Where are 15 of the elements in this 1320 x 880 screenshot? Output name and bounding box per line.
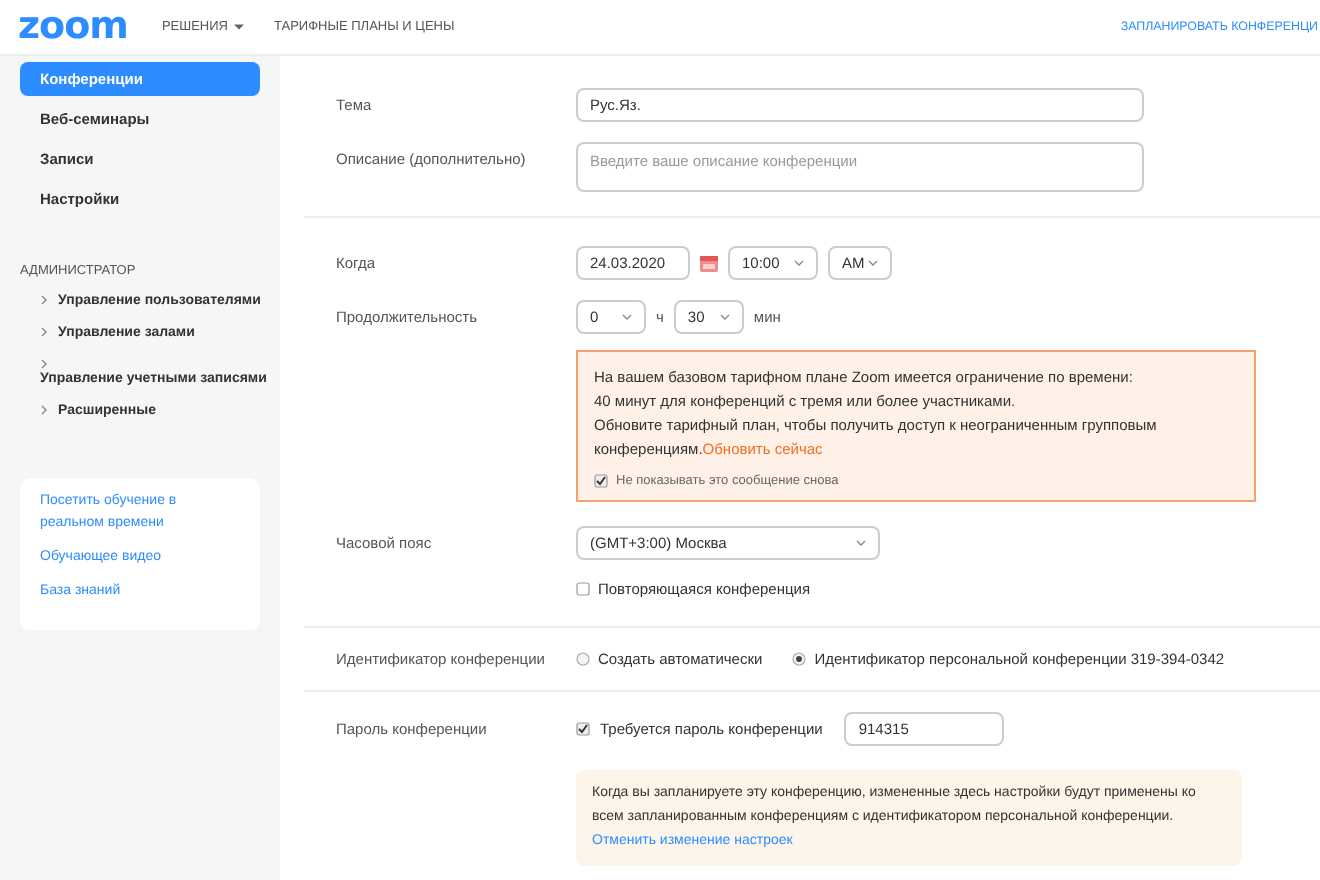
radio-button[interactable] xyxy=(792,652,807,666)
chevron-down-icon xyxy=(856,540,866,546)
radio-button[interactable] xyxy=(576,652,590,666)
chevron-right-icon xyxy=(40,358,48,371)
chevron-right-icon xyxy=(40,294,48,307)
chevron-right-icon xyxy=(40,404,48,417)
checked-checkbox[interactable] xyxy=(576,722,590,736)
chevron-right-icon xyxy=(40,326,48,339)
chevron-down-icon xyxy=(868,260,878,266)
chevron-down-icon xyxy=(794,260,804,266)
checked-checkbox[interactable] xyxy=(594,474,608,488)
chevron-down-icon xyxy=(719,314,730,320)
chevron-down-icon xyxy=(622,314,632,320)
calendar-icon xyxy=(700,255,718,271)
checkbox[interactable] xyxy=(576,582,590,596)
